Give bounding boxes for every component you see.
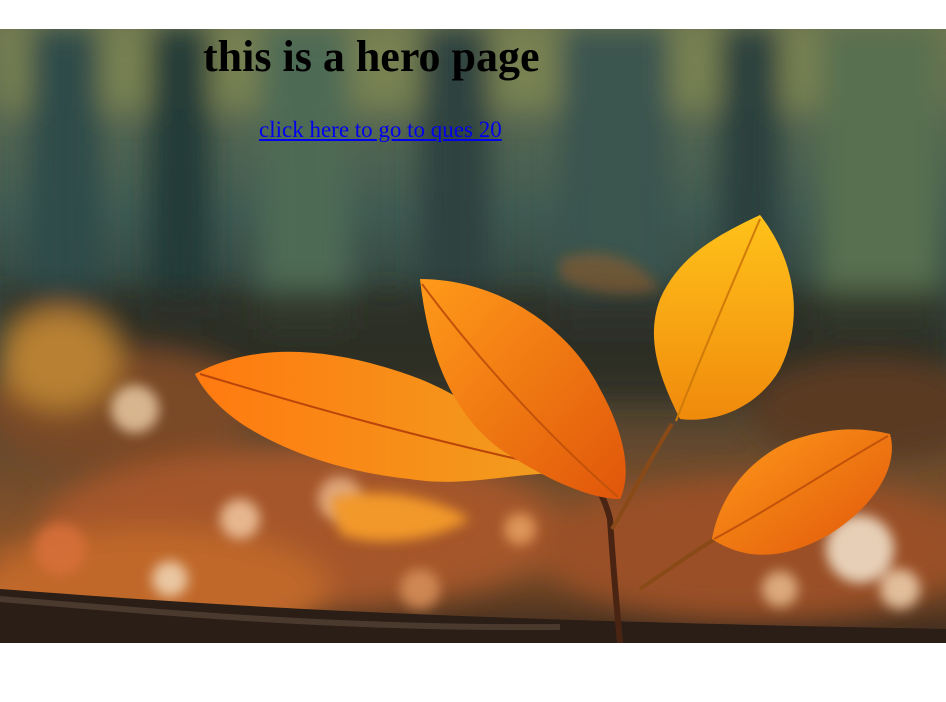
ques-20-link[interactable]: click here to go to ques 20 [259, 117, 502, 143]
hero-section: this is a hero page click here to go to … [0, 29, 946, 643]
page-title: this is a hero page [203, 32, 540, 81]
